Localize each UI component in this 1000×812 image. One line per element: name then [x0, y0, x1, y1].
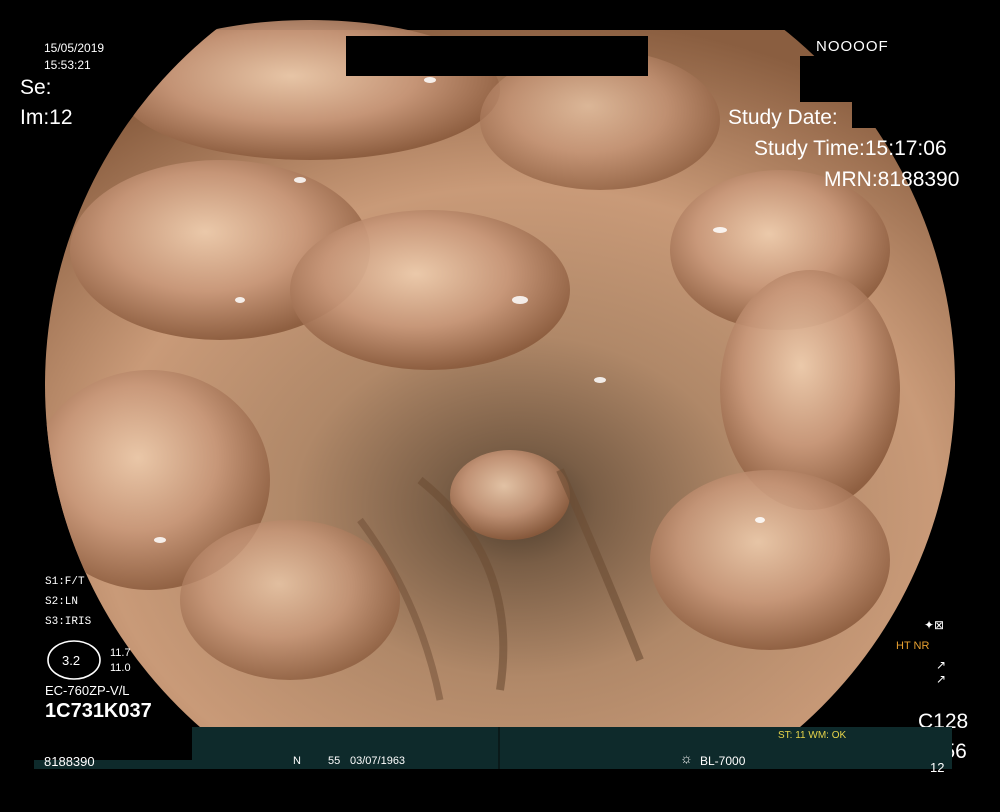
right-status: HT NR	[896, 640, 930, 652]
scope-serial: 1C731K037	[45, 700, 152, 722]
patient-id: 8188390	[44, 754, 95, 769]
top-right-code: NOOOOF	[816, 38, 889, 55]
setting-s3: S3:IRIS	[45, 616, 92, 628]
endoscopic-image	[0, 0, 1000, 812]
patient-sex: N	[293, 755, 301, 767]
gauge-lower-value: 11.0	[110, 662, 131, 674]
study-date: Study Date:	[728, 106, 838, 129]
status-line: ST: 11 WM: OK	[778, 730, 847, 741]
bottom-bar-divider	[498, 727, 500, 769]
setting-s1: S1:F/T	[45, 576, 85, 588]
light-source-icon: ☼	[680, 750, 693, 766]
series-label: Se:	[20, 76, 52, 99]
exam-time: 15:53:21	[44, 58, 91, 72]
redaction-top	[346, 36, 648, 76]
right-icon: ✦⊠	[924, 618, 945, 632]
exam-date: 15/05/2019	[44, 41, 105, 55]
gauge-upper-value: 11.7	[110, 647, 131, 659]
processor-model: BL-7000	[700, 754, 746, 768]
scope-model: EC-760ZP-V/L	[45, 683, 130, 698]
right-arrows-icon: ↗ ↗	[936, 658, 947, 686]
tail-value: 12	[930, 760, 945, 775]
redaction-top-right	[800, 56, 1000, 102]
mrn: MRN:8188390	[824, 168, 960, 191]
gauge-center-value: 3.2	[62, 653, 81, 668]
patient-age: 55	[328, 755, 341, 767]
study-block-bg	[852, 102, 1000, 128]
study-time: Study Time:15:17:06	[754, 137, 947, 160]
image-number: Im:12	[20, 106, 73, 129]
setting-s2: S2:LN	[45, 596, 79, 608]
patient-dob: 03/07/1963	[350, 755, 406, 767]
